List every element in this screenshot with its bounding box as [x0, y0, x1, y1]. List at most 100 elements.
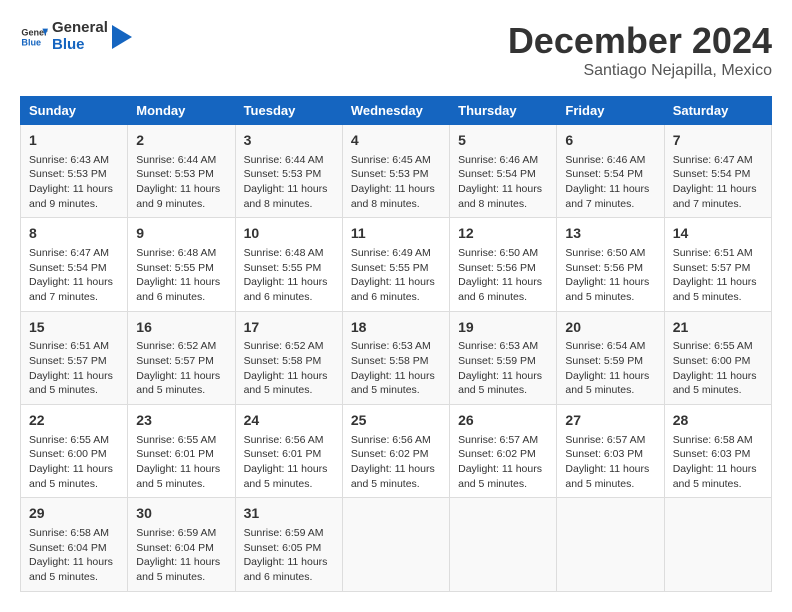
week-row-4: 22Sunrise: 6:55 AMSunset: 6:00 PMDayligh… — [21, 405, 772, 498]
day-info: Sunrise: 6:53 AMSunset: 5:59 PMDaylight:… — [458, 339, 548, 398]
calendar-cell: 28Sunrise: 6:58 AMSunset: 6:03 PMDayligh… — [664, 405, 771, 498]
day-number: 8 — [29, 224, 119, 244]
day-info: Sunrise: 6:44 AMSunset: 5:53 PMDaylight:… — [244, 153, 334, 212]
day-number: 19 — [458, 318, 548, 338]
day-number: 9 — [136, 224, 226, 244]
day-info: Sunrise: 6:51 AMSunset: 5:57 PMDaylight:… — [673, 246, 763, 305]
day-info: Sunrise: 6:46 AMSunset: 5:54 PMDaylight:… — [458, 153, 548, 212]
day-number: 17 — [244, 318, 334, 338]
day-info: Sunrise: 6:59 AMSunset: 6:04 PMDaylight:… — [136, 526, 226, 585]
day-info: Sunrise: 6:55 AMSunset: 6:01 PMDaylight:… — [136, 433, 226, 492]
day-info: Sunrise: 6:49 AMSunset: 5:55 PMDaylight:… — [351, 246, 441, 305]
day-number: 4 — [351, 131, 441, 151]
day-number: 29 — [29, 504, 119, 524]
logo-text-blue: Blue — [52, 37, 108, 54]
calendar-cell: 9Sunrise: 6:48 AMSunset: 5:55 PMDaylight… — [128, 218, 235, 311]
day-number: 12 — [458, 224, 548, 244]
calendar-cell: 4Sunrise: 6:45 AMSunset: 5:53 PMDaylight… — [342, 125, 449, 218]
calendar-cell: 21Sunrise: 6:55 AMSunset: 6:00 PMDayligh… — [664, 311, 771, 404]
calendar-cell: 20Sunrise: 6:54 AMSunset: 5:59 PMDayligh… — [557, 311, 664, 404]
day-info: Sunrise: 6:43 AMSunset: 5:53 PMDaylight:… — [29, 153, 119, 212]
week-row-2: 8Sunrise: 6:47 AMSunset: 5:54 PMDaylight… — [21, 218, 772, 311]
title-area: December 2024 Santiago Nejapilla, Mexico — [508, 20, 772, 80]
day-number: 23 — [136, 411, 226, 431]
col-header-monday: Monday — [128, 97, 235, 125]
day-number: 6 — [565, 131, 655, 151]
week-row-1: 1Sunrise: 6:43 AMSunset: 5:53 PMDaylight… — [21, 125, 772, 218]
week-row-3: 15Sunrise: 6:51 AMSunset: 5:57 PMDayligh… — [21, 311, 772, 404]
calendar-cell: 29Sunrise: 6:58 AMSunset: 6:04 PMDayligh… — [21, 498, 128, 591]
day-info: Sunrise: 6:50 AMSunset: 5:56 PMDaylight:… — [565, 246, 655, 305]
day-info: Sunrise: 6:52 AMSunset: 5:58 PMDaylight:… — [244, 339, 334, 398]
day-info: Sunrise: 6:59 AMSunset: 6:05 PMDaylight:… — [244, 526, 334, 585]
day-info: Sunrise: 6:47 AMSunset: 5:54 PMDaylight:… — [29, 246, 119, 305]
logo-text-general: General — [52, 20, 108, 37]
calendar-cell — [450, 498, 557, 591]
day-info: Sunrise: 6:55 AMSunset: 6:00 PMDaylight:… — [29, 433, 119, 492]
day-info: Sunrise: 6:48 AMSunset: 5:55 PMDaylight:… — [244, 246, 334, 305]
logo: General Blue General Blue — [20, 20, 132, 53]
calendar-cell: 6Sunrise: 6:46 AMSunset: 5:54 PMDaylight… — [557, 125, 664, 218]
calendar-cell: 12Sunrise: 6:50 AMSunset: 5:56 PMDayligh… — [450, 218, 557, 311]
calendar-table: SundayMondayTuesdayWednesdayThursdayFrid… — [20, 96, 772, 592]
day-number: 1 — [29, 131, 119, 151]
day-info: Sunrise: 6:56 AMSunset: 6:02 PMDaylight:… — [351, 433, 441, 492]
day-number: 31 — [244, 504, 334, 524]
day-number: 13 — [565, 224, 655, 244]
calendar-cell — [557, 498, 664, 591]
col-header-sunday: Sunday — [21, 97, 128, 125]
day-info: Sunrise: 6:50 AMSunset: 5:56 PMDaylight:… — [458, 246, 548, 305]
header: General Blue General Blue December 2024 … — [20, 20, 772, 80]
day-number: 20 — [565, 318, 655, 338]
calendar-cell: 22Sunrise: 6:55 AMSunset: 6:00 PMDayligh… — [21, 405, 128, 498]
calendar-cell: 1Sunrise: 6:43 AMSunset: 5:53 PMDaylight… — [21, 125, 128, 218]
day-info: Sunrise: 6:51 AMSunset: 5:57 PMDaylight:… — [29, 339, 119, 398]
col-header-thursday: Thursday — [450, 97, 557, 125]
day-number: 27 — [565, 411, 655, 431]
day-number: 18 — [351, 318, 441, 338]
day-number: 10 — [244, 224, 334, 244]
day-number: 3 — [244, 131, 334, 151]
day-info: Sunrise: 6:55 AMSunset: 6:00 PMDaylight:… — [673, 339, 763, 398]
day-number: 7 — [673, 131, 763, 151]
day-info: Sunrise: 6:58 AMSunset: 6:03 PMDaylight:… — [673, 433, 763, 492]
calendar-header-row: SundayMondayTuesdayWednesdayThursdayFrid… — [21, 97, 772, 125]
day-number: 11 — [351, 224, 441, 244]
calendar-cell: 2Sunrise: 6:44 AMSunset: 5:53 PMDaylight… — [128, 125, 235, 218]
day-info: Sunrise: 6:56 AMSunset: 6:01 PMDaylight:… — [244, 433, 334, 492]
calendar-cell: 27Sunrise: 6:57 AMSunset: 6:03 PMDayligh… — [557, 405, 664, 498]
calendar-cell: 15Sunrise: 6:51 AMSunset: 5:57 PMDayligh… — [21, 311, 128, 404]
logo-arrow-icon — [112, 25, 132, 49]
day-number: 5 — [458, 131, 548, 151]
day-info: Sunrise: 6:58 AMSunset: 6:04 PMDaylight:… — [29, 526, 119, 585]
main-title: December 2024 — [508, 20, 772, 62]
day-info: Sunrise: 6:48 AMSunset: 5:55 PMDaylight:… — [136, 246, 226, 305]
calendar-cell: 7Sunrise: 6:47 AMSunset: 5:54 PMDaylight… — [664, 125, 771, 218]
day-info: Sunrise: 6:57 AMSunset: 6:02 PMDaylight:… — [458, 433, 548, 492]
day-info: Sunrise: 6:53 AMSunset: 5:58 PMDaylight:… — [351, 339, 441, 398]
calendar-cell: 8Sunrise: 6:47 AMSunset: 5:54 PMDaylight… — [21, 218, 128, 311]
col-header-saturday: Saturday — [664, 97, 771, 125]
calendar-cell: 17Sunrise: 6:52 AMSunset: 5:58 PMDayligh… — [235, 311, 342, 404]
col-header-friday: Friday — [557, 97, 664, 125]
calendar-cell: 14Sunrise: 6:51 AMSunset: 5:57 PMDayligh… — [664, 218, 771, 311]
day-info: Sunrise: 6:57 AMSunset: 6:03 PMDaylight:… — [565, 433, 655, 492]
calendar-cell: 24Sunrise: 6:56 AMSunset: 6:01 PMDayligh… — [235, 405, 342, 498]
calendar-cell — [664, 498, 771, 591]
calendar-cell: 26Sunrise: 6:57 AMSunset: 6:02 PMDayligh… — [450, 405, 557, 498]
col-header-wednesday: Wednesday — [342, 97, 449, 125]
calendar-cell: 16Sunrise: 6:52 AMSunset: 5:57 PMDayligh… — [128, 311, 235, 404]
calendar-cell: 31Sunrise: 6:59 AMSunset: 6:05 PMDayligh… — [235, 498, 342, 591]
calendar-cell: 25Sunrise: 6:56 AMSunset: 6:02 PMDayligh… — [342, 405, 449, 498]
day-number: 2 — [136, 131, 226, 151]
subtitle: Santiago Nejapilla, Mexico — [508, 62, 772, 80]
day-number: 21 — [673, 318, 763, 338]
week-row-5: 29Sunrise: 6:58 AMSunset: 6:04 PMDayligh… — [21, 498, 772, 591]
calendar-cell — [342, 498, 449, 591]
day-info: Sunrise: 6:45 AMSunset: 5:53 PMDaylight:… — [351, 153, 441, 212]
calendar-cell: 3Sunrise: 6:44 AMSunset: 5:53 PMDaylight… — [235, 125, 342, 218]
calendar-cell: 23Sunrise: 6:55 AMSunset: 6:01 PMDayligh… — [128, 405, 235, 498]
day-info: Sunrise: 6:44 AMSunset: 5:53 PMDaylight:… — [136, 153, 226, 212]
calendar-cell: 11Sunrise: 6:49 AMSunset: 5:55 PMDayligh… — [342, 218, 449, 311]
calendar-cell: 13Sunrise: 6:50 AMSunset: 5:56 PMDayligh… — [557, 218, 664, 311]
